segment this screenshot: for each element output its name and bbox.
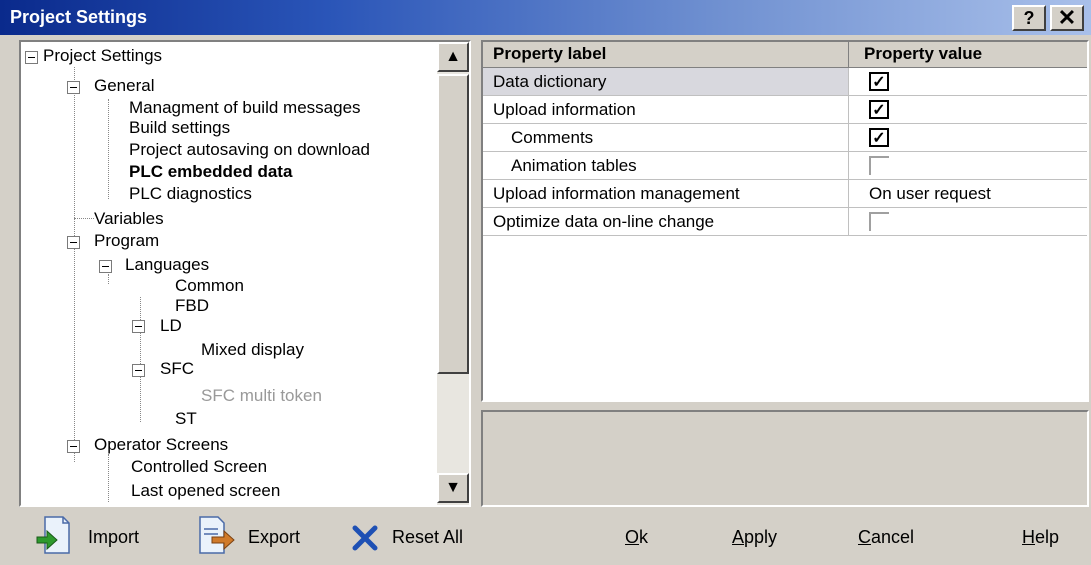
property-label: Optimize data on-line change bbox=[483, 208, 849, 236]
tree-node-build-settings[interactable]: Build settings bbox=[129, 117, 230, 139]
tree-node-mixed-display[interactable]: Mixed display bbox=[201, 339, 304, 361]
tree-node-sfc-multi-token: SFC multi token bbox=[201, 386, 322, 405]
tree-node-operator-screens[interactable]: Operator Screens bbox=[94, 434, 228, 456]
tree-node-project-settings[interactable]: Project Settings bbox=[43, 45, 162, 67]
ok-button[interactable]: Ok bbox=[625, 515, 648, 559]
tree-node-controlled-screen[interactable]: Controlled Screen bbox=[131, 456, 267, 478]
collapse-icon[interactable] bbox=[25, 51, 38, 64]
upload-information-checkbox[interactable]: ✓ bbox=[869, 100, 889, 119]
upload-management-value[interactable]: On user request bbox=[849, 180, 1087, 208]
property-label: Upload information management bbox=[483, 180, 849, 208]
export-button[interactable]: Export bbox=[198, 515, 308, 559]
property-row[interactable]: Animation tables bbox=[483, 152, 1087, 180]
property-grid: Property label Property value Data dicti… bbox=[481, 40, 1089, 402]
tree-node-sfc[interactable]: SFC bbox=[160, 358, 194, 380]
optimize-online-change-checkbox[interactable] bbox=[869, 212, 889, 231]
tree-connector bbox=[140, 297, 141, 422]
help-button[interactable]: Help bbox=[1022, 515, 1059, 559]
export-label: Export bbox=[248, 527, 301, 547]
property-value-header[interactable]: Property value bbox=[849, 42, 1087, 68]
property-row[interactable]: Upload information ✓ bbox=[483, 96, 1087, 124]
collapse-icon[interactable] bbox=[132, 320, 145, 333]
collapse-icon[interactable] bbox=[132, 364, 145, 377]
reset-all-button[interactable]: Reset All bbox=[352, 515, 467, 559]
title-bar: Project Settings ? ✕ bbox=[0, 0, 1091, 35]
tree-node-last-opened-screen[interactable]: Last opened screen bbox=[131, 480, 280, 502]
tree-node-st[interactable]: ST bbox=[175, 408, 197, 430]
collapse-icon[interactable] bbox=[67, 81, 80, 94]
import-icon bbox=[36, 516, 70, 554]
import-label: Import bbox=[88, 527, 140, 547]
animation-tables-checkbox[interactable] bbox=[869, 156, 889, 175]
tree-node-project-autosaving[interactable]: Project autosaving on download bbox=[129, 139, 370, 161]
tree-node-ld[interactable]: LD bbox=[160, 315, 182, 337]
tree-connector bbox=[74, 218, 94, 219]
property-grid-header: Property label Property value bbox=[483, 42, 1087, 68]
settings-tree: Project Settings General Managment of bu… bbox=[21, 42, 437, 505]
tree-connector bbox=[108, 99, 109, 199]
scroll-thumb[interactable] bbox=[437, 74, 469, 374]
reset-all-label: Reset All bbox=[392, 527, 464, 547]
property-label: Comments bbox=[483, 124, 849, 152]
tree-node-plc-embedded-data[interactable]: PLC embedded data bbox=[129, 161, 292, 183]
tree-node-build-messages[interactable]: Managment of build messages bbox=[129, 97, 361, 119]
property-label: Data dictionary bbox=[483, 68, 849, 96]
tree-node-fbd[interactable]: FBD bbox=[175, 295, 209, 317]
comments-checkbox[interactable]: ✓ bbox=[869, 128, 889, 147]
tree-node-program[interactable]: Program bbox=[94, 230, 159, 252]
property-row[interactable]: Upload information management On user re… bbox=[483, 180, 1087, 208]
collapse-icon[interactable] bbox=[67, 236, 80, 249]
tree-node-common[interactable]: Common bbox=[175, 275, 244, 297]
data-dictionary-checkbox[interactable]: ✓ bbox=[869, 72, 889, 91]
property-row[interactable]: Optimize data on-line change bbox=[483, 208, 1087, 236]
property-label: Animation tables bbox=[483, 152, 849, 180]
cancel-button[interactable]: Cancel bbox=[858, 515, 914, 559]
tree-node-general[interactable]: General bbox=[94, 75, 154, 97]
settings-tree-panel: Project Settings General Managment of bu… bbox=[19, 40, 471, 507]
tree-connector bbox=[74, 67, 75, 462]
property-label: Upload information bbox=[483, 96, 849, 124]
apply-button[interactable]: Apply bbox=[732, 515, 777, 559]
tree-connector bbox=[108, 274, 109, 284]
tree-node-variables[interactable]: Variables bbox=[94, 208, 164, 230]
property-label-header[interactable]: Property label bbox=[483, 42, 849, 68]
tree-scrollbar[interactable]: ▲ ▼ bbox=[437, 42, 469, 505]
x-icon bbox=[352, 525, 378, 551]
help-title-button[interactable]: ? bbox=[1012, 5, 1046, 31]
export-icon bbox=[199, 516, 235, 554]
property-row[interactable]: Comments ✓ bbox=[483, 124, 1087, 152]
tree-connector bbox=[108, 454, 109, 502]
scroll-up-button[interactable]: ▲ bbox=[437, 42, 469, 72]
close-button[interactable]: ✕ bbox=[1050, 5, 1084, 31]
import-button[interactable]: Import bbox=[35, 515, 145, 559]
window-title: Project Settings bbox=[10, 7, 148, 27]
tree-node-plc-diagnostics[interactable]: PLC diagnostics bbox=[129, 183, 252, 205]
tree-node-languages[interactable]: Languages bbox=[125, 254, 209, 276]
scroll-down-button[interactable]: ▼ bbox=[437, 473, 469, 503]
collapse-icon[interactable] bbox=[99, 260, 112, 273]
description-panel bbox=[481, 410, 1089, 507]
collapse-icon[interactable] bbox=[67, 440, 80, 453]
property-row[interactable]: Data dictionary ✓ bbox=[483, 68, 1087, 96]
